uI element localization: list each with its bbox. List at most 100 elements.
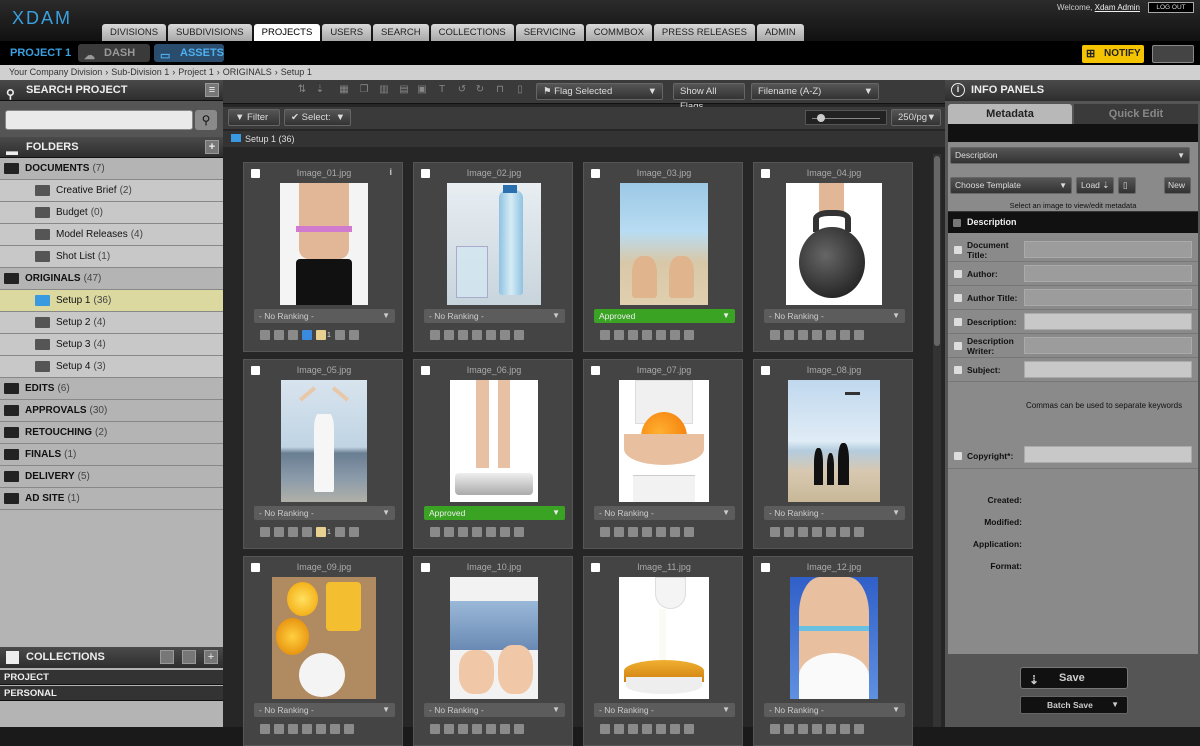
folder-retouching[interactable]: RETOUCHING (2) <box>0 422 223 444</box>
mail-icon[interactable] <box>628 527 638 537</box>
trash-icon[interactable] <box>348 527 359 537</box>
layers-icon[interactable]: ▤ <box>397 84 411 99</box>
metadata-field-select[interactable]: Description ▼ <box>950 147 1190 164</box>
mail-icon[interactable] <box>798 330 808 340</box>
metadata-checkbox[interactable] <box>954 366 962 374</box>
asset-card[interactable]: Image_09.jpg - No Ranking - ▼ <box>243 556 403 746</box>
folder-ad-site[interactable]: AD SITE (1) <box>0 488 223 510</box>
nav-tab-users[interactable]: USERS <box>322 24 372 41</box>
asset-thumbnail[interactable] <box>790 577 878 699</box>
grid-icon[interactable] <box>784 724 794 734</box>
per-page-dropdown[interactable]: 250/pg ▼ <box>891 109 941 126</box>
trash-icon[interactable] <box>348 330 359 340</box>
add-collection-button[interactable]: + <box>204 650 218 664</box>
lock-icon[interactable] <box>334 330 345 340</box>
ranking-dropdown[interactable]: - No Ranking - ▼ <box>764 506 905 520</box>
nav-tab-subdivisions[interactable]: SUBDIVISIONS <box>168 24 252 41</box>
folder-setup-4[interactable]: Setup 4 (3) <box>0 356 223 378</box>
asset-thumbnail[interactable] <box>619 380 709 502</box>
show-all-flags-button[interactable]: Show All Flags <box>673 83 745 112</box>
notes-icon[interactable] <box>486 724 496 734</box>
asset-thumbnail[interactable] <box>450 577 538 699</box>
edit-icon[interactable] <box>642 724 652 734</box>
breadcrumb-item[interactable]: Your Company Division <box>9 67 102 77</box>
thumbnail-size-slider[interactable] <box>805 110 887 125</box>
lock-icon[interactable] <box>840 527 850 537</box>
ranking-dropdown[interactable]: Approved ▼ <box>594 309 735 323</box>
grid-icon[interactable] <box>614 330 624 340</box>
trash-icon[interactable] <box>514 724 524 734</box>
trash-icon[interactable] <box>854 724 864 734</box>
asset-thumbnail[interactable] <box>620 183 708 305</box>
nav-tab-servicing[interactable]: SERVICING <box>515 24 584 41</box>
folder-originals[interactable]: ORIGINALS (47) <box>0 268 223 290</box>
notes-icon[interactable] <box>316 330 326 340</box>
asset-card[interactable]: Image_04.jpg - No Ranking - ▼ <box>753 162 913 352</box>
grid-icon[interactable] <box>614 724 624 734</box>
lock-icon[interactable] <box>670 527 680 537</box>
metadata-checkbox[interactable] <box>954 294 962 302</box>
ranking-dropdown[interactable]: - No Ranking - ▼ <box>424 309 565 323</box>
asset-card[interactable]: Image_05.jpg - No Ranking - ▼ 1 <box>243 359 403 549</box>
add-folder-button[interactable]: + <box>205 140 219 154</box>
trash-icon[interactable] <box>854 527 864 537</box>
filter-icon[interactable] <box>160 650 174 664</box>
nav-tab-commbox[interactable]: COMMBOX <box>585 24 652 41</box>
filter-button[interactable]: ▼ Filter <box>228 109 280 126</box>
sort-dropdown[interactable]: Filename (A-Z) ▼ <box>751 83 879 100</box>
asset-thumbnail[interactable] <box>272 577 376 699</box>
template-select[interactable]: Choose Template ▼ <box>950 177 1072 194</box>
lock-icon[interactable] <box>840 330 850 340</box>
copyright-field[interactable] <box>1024 446 1192 463</box>
notify-button[interactable]: ⊞ NOTIFY <box>1082 45 1144 63</box>
nav-tab-search[interactable]: SEARCH <box>373 24 429 41</box>
asset-card[interactable]: Image_11.jpg - No Ranking - ▼ <box>583 556 743 746</box>
select-dropdown[interactable]: ✔ Select: ▼ <box>284 109 351 126</box>
folder-finals[interactable]: FINALS (1) <box>0 444 223 466</box>
lock-icon[interactable] <box>500 724 510 734</box>
trash-icon[interactable] <box>684 527 694 537</box>
scrollbar-thumb[interactable] <box>934 156 940 346</box>
folder-shot-list[interactable]: Shot List (1) <box>0 246 223 268</box>
grid-icon[interactable] <box>274 330 284 340</box>
folder-setup-2[interactable]: Setup 2 (4) <box>0 312 223 334</box>
trash-icon[interactable] <box>684 724 694 734</box>
metadata-checkbox[interactable] <box>954 270 962 278</box>
dash-button[interactable]: ☁ DASH <box>78 44 150 62</box>
asset-thumbnail[interactable] <box>447 183 541 305</box>
notes-icon[interactable] <box>656 527 666 537</box>
layout-toggle-button[interactable] <box>1152 45 1194 63</box>
text-icon[interactable]: T <box>435 84 449 99</box>
flag-selected-dropdown[interactable]: ⚑ Flag Selected ▼ <box>536 83 663 100</box>
save-button[interactable]: ⇣ Save <box>1020 667 1128 689</box>
grid-icon[interactable] <box>274 527 284 537</box>
notes-icon[interactable] <box>826 330 836 340</box>
grid-icon[interactable] <box>784 330 794 340</box>
download-icon[interactable] <box>260 527 270 537</box>
rotate-left-icon[interactable]: ↺ <box>455 84 469 99</box>
nav-tab-collections[interactable]: COLLECTIONS <box>430 24 514 41</box>
breadcrumb-item[interactable]: Setup 1 <box>281 67 312 77</box>
notes-icon[interactable] <box>826 527 836 537</box>
mail-icon[interactable] <box>798 724 808 734</box>
mail-icon[interactable] <box>798 527 808 537</box>
user-link[interactable]: Xdam Admin <box>1095 3 1140 12</box>
asset-card[interactable]: Image_03.jpg Approved ▼ <box>583 162 743 352</box>
download-icon[interactable] <box>260 330 270 340</box>
notes-icon[interactable] <box>656 330 666 340</box>
tab-metadata[interactable]: Metadata <box>948 104 1072 124</box>
breadcrumb-item[interactable]: Sub-Division 1 <box>111 67 169 77</box>
asset-card[interactable]: Image_08.jpg - No Ranking - ▼ <box>753 359 913 549</box>
metadata-checkbox[interactable] <box>954 318 962 326</box>
lock-icon[interactable] <box>334 527 345 537</box>
edit-icon[interactable] <box>302 527 312 537</box>
mail-icon[interactable] <box>458 330 468 340</box>
ranking-dropdown[interactable]: - No Ranking - ▼ <box>254 703 395 717</box>
mail-icon[interactable] <box>628 724 638 734</box>
download-icon[interactable] <box>430 724 440 734</box>
notes-icon[interactable] <box>486 527 496 537</box>
notes-icon[interactable] <box>316 724 326 734</box>
lock-icon[interactable] <box>670 330 680 340</box>
asset-card[interactable]: Image_06.jpg Approved ▼ <box>413 359 573 549</box>
folder-model-releases[interactable]: Model Releases (4) <box>0 224 223 246</box>
